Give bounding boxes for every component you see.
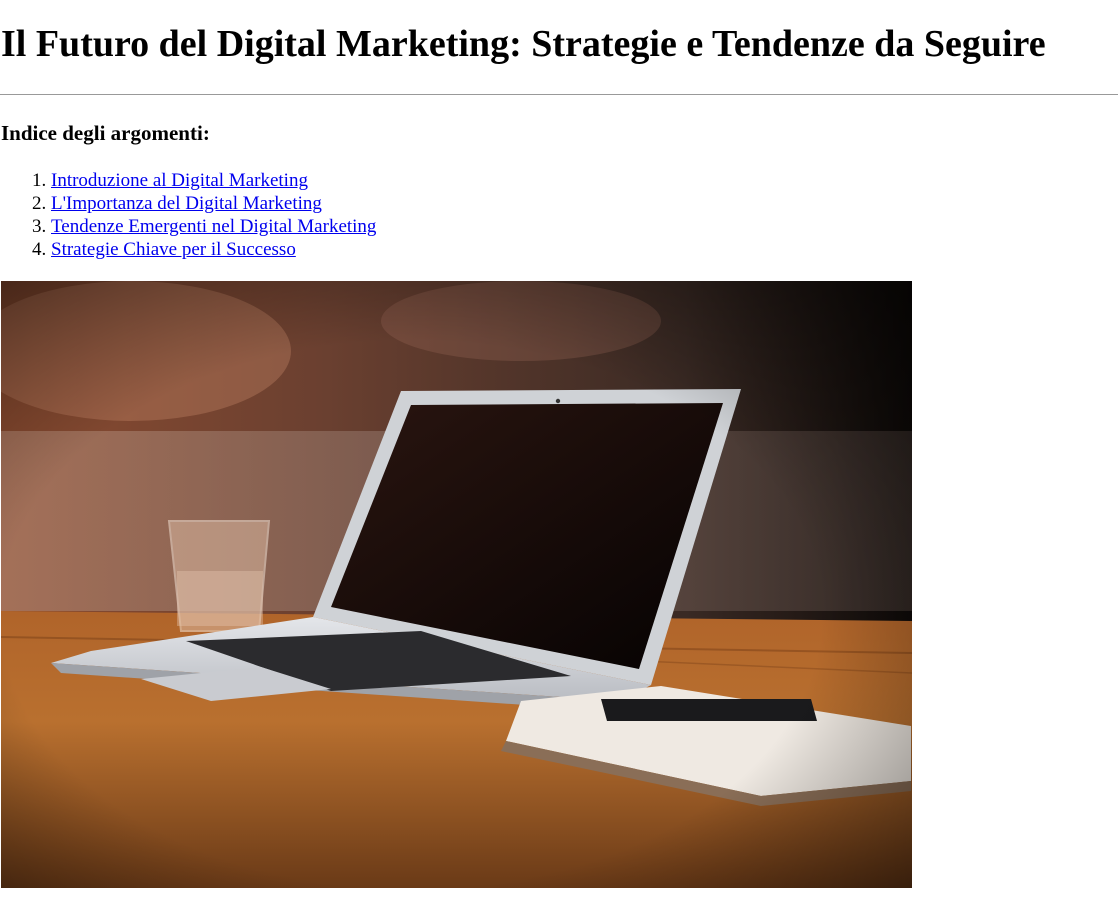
toc-link-tendenze[interactable]: Tendenze Emergenti nel Digital Marketing — [51, 216, 376, 237]
toc-link-strategie[interactable]: Strategie Chiave per il Successo — [51, 239, 296, 260]
hero-image — [1, 281, 912, 888]
toc-link-introduzione[interactable]: Introduzione al Digital Marketing — [51, 170, 308, 191]
toc-item: Strategie Chiave per il Successo — [51, 238, 376, 261]
title-divider — [0, 94, 1118, 95]
page-title: Il Futuro del Digital Marketing: Strateg… — [1, 23, 1046, 65]
toc-list: Introduzione al Digital Marketing L'Impo… — [0, 169, 376, 261]
toc-link-importanza[interactable]: L'Importanza del Digital Marketing — [51, 193, 322, 214]
toc-heading: Indice degli argomenti: — [1, 121, 210, 145]
toc-item: Tendenze Emergenti nel Digital Marketing — [51, 215, 376, 238]
toc-item: L'Importanza del Digital Marketing — [51, 192, 376, 215]
laptop-photo-illustration — [1, 281, 912, 888]
toc-item: Introduzione al Digital Marketing — [51, 169, 376, 192]
